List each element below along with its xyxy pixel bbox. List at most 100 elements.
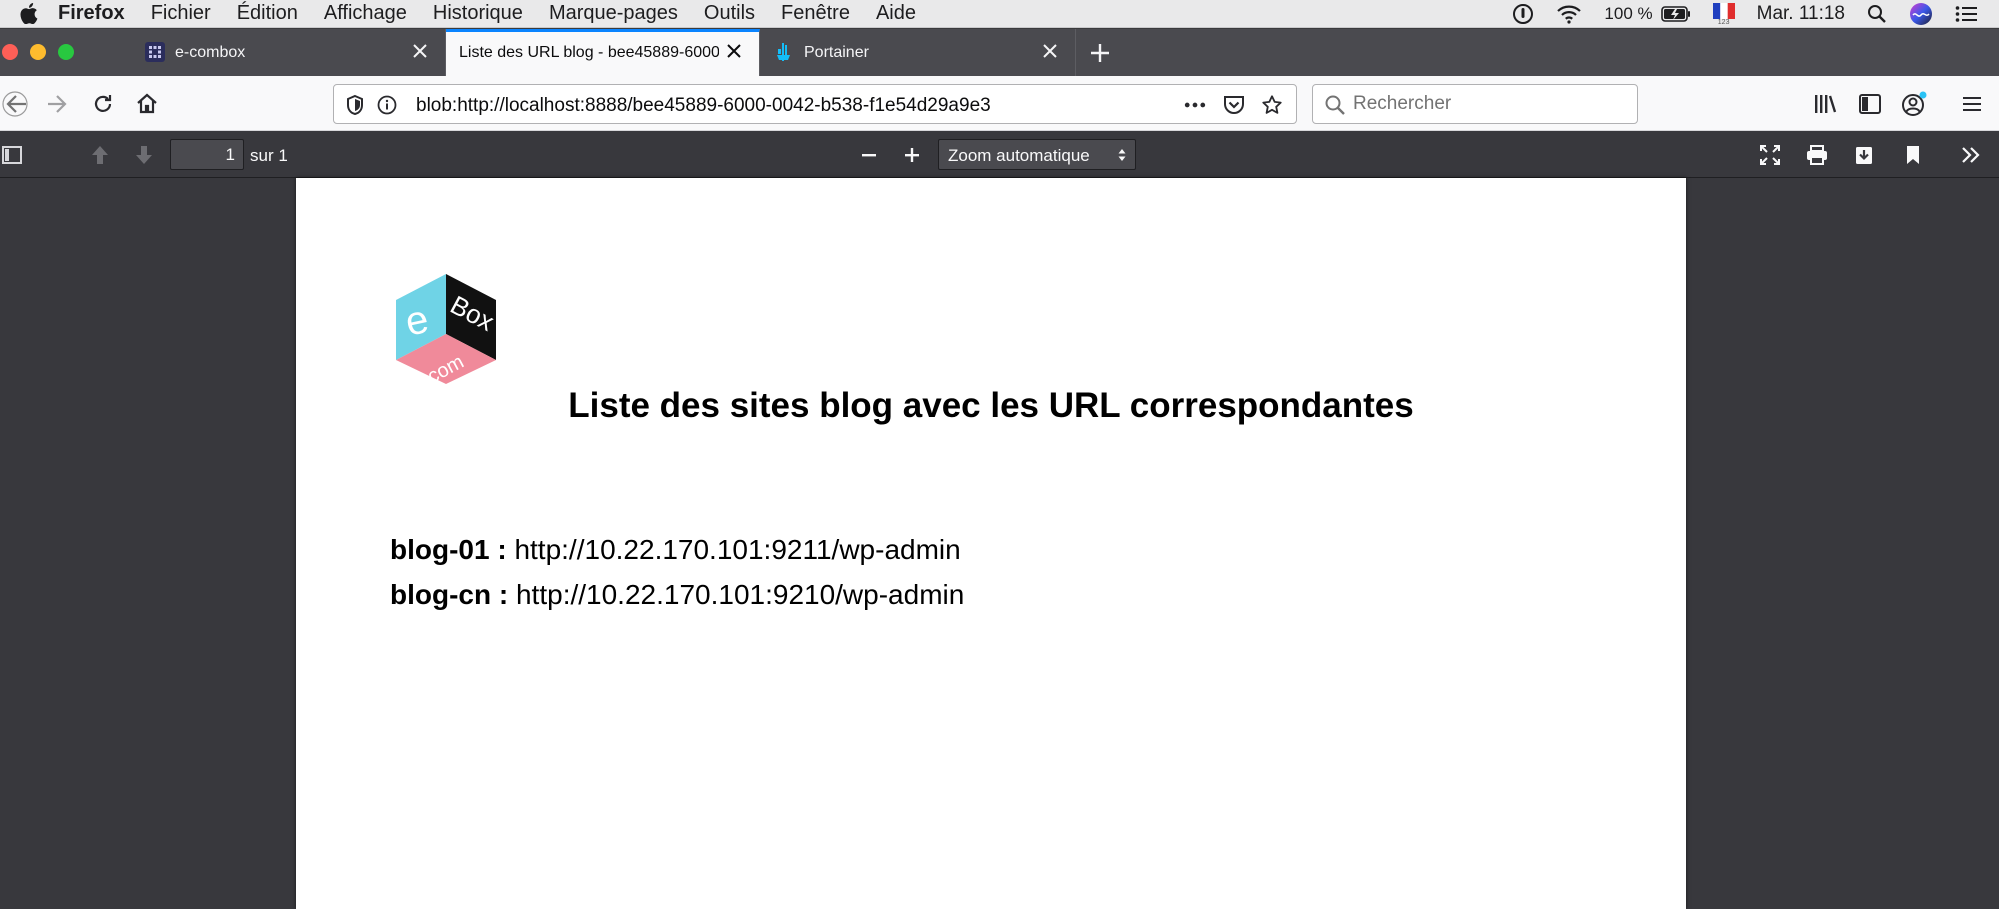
- fullscreen-icon: [1760, 145, 1780, 165]
- blog-name: blog-01 :: [390, 534, 507, 565]
- notification-center-icon[interactable]: [1955, 5, 1977, 23]
- library-button[interactable]: [1811, 89, 1841, 119]
- window-close-button[interactable]: [2, 44, 18, 60]
- new-tab-button[interactable]: [1080, 29, 1120, 76]
- battery-percentage: 100 %: [1604, 4, 1653, 23]
- menu-app-firefox[interactable]: Firefox: [58, 2, 125, 25]
- tab-strip: e-combox Liste des URL blog - bee45889-6…: [0, 29, 1999, 76]
- keyboard-layout-label: 123: [1717, 18, 1730, 26]
- tab-label: e-combox: [175, 44, 246, 61]
- menu-fenetre[interactable]: Fenêtre: [781, 2, 850, 25]
- zoom-out-button[interactable]: [855, 141, 883, 169]
- tracking-protection-shield-icon[interactable]: [344, 94, 366, 116]
- tab-portainer[interactable]: Portainer: [760, 29, 1076, 76]
- blog-name: blog-cn :: [390, 579, 509, 610]
- app-menu-button[interactable]: [1957, 89, 1987, 119]
- tab-close-icon[interactable]: [723, 40, 745, 62]
- window-minimize-button[interactable]: [30, 44, 46, 60]
- page-number-input[interactable]: [170, 139, 244, 170]
- arrow-up-icon: [92, 146, 108, 164]
- select-arrows-icon: [1117, 147, 1127, 168]
- wifi-icon[interactable]: [1556, 4, 1582, 24]
- search-icon: [1324, 94, 1346, 121]
- pdf-page: e Box com Liste des sites blog avec les …: [296, 178, 1686, 909]
- bookmark-star-icon[interactable]: [1261, 94, 1283, 116]
- search-bar[interactable]: [1312, 84, 1638, 124]
- previous-page-button[interactable]: [86, 141, 114, 169]
- window-zoom-button[interactable]: [58, 44, 74, 60]
- siri-icon[interactable]: [1909, 2, 1933, 26]
- sidebar-icon: [1859, 94, 1881, 114]
- zoom-select[interactable]: Zoom automatique: [938, 139, 1136, 170]
- pdf-viewer-container[interactable]: e Box com Liste des sites blog avec les …: [0, 178, 1999, 909]
- download-icon: [1856, 147, 1872, 164]
- search-input[interactable]: [1353, 91, 1623, 117]
- double-chevron-right-icon: [1962, 147, 1980, 163]
- zoom-in-button[interactable]: [898, 141, 926, 169]
- navigation-toolbar: blob:http://localhost:8888/bee45889-6000…: [0, 76, 1999, 131]
- library-icon: [1815, 95, 1837, 113]
- arrow-right-icon: [48, 95, 67, 113]
- home-button[interactable]: [132, 89, 162, 119]
- minus-icon: [862, 154, 876, 157]
- print-button[interactable]: [1803, 141, 1831, 169]
- tab-close-icon[interactable]: [409, 40, 431, 62]
- menu-fichier[interactable]: Fichier: [151, 2, 211, 25]
- tab-label: Liste des URL blog - bee45889-6000: [459, 44, 719, 61]
- toggle-sidebar-button[interactable]: [0, 141, 26, 169]
- hamburger-menu-icon: [1963, 97, 1981, 111]
- battery-icon[interactable]: [1660, 6, 1691, 22]
- bookmark-button[interactable]: [1899, 141, 1927, 169]
- portainer-favicon-icon: [774, 42, 794, 62]
- sidebar-toggle-button[interactable]: [1855, 89, 1885, 119]
- tools-button[interactable]: [1957, 141, 1985, 169]
- spotlight-search-icon[interactable]: [1867, 4, 1887, 24]
- home-icon: [137, 93, 157, 114]
- print-icon: [1807, 145, 1827, 165]
- download-button[interactable]: [1850, 141, 1878, 169]
- presentation-mode-button[interactable]: [1756, 141, 1784, 169]
- zoom-select-value: Zoom automatique: [948, 146, 1090, 165]
- arrow-left-icon: [2, 91, 28, 117]
- next-page-button[interactable]: [130, 141, 158, 169]
- bookmark-icon: [1907, 146, 1919, 164]
- reload-icon: [94, 95, 112, 112]
- pdf-viewer-toolbar: sur 1 Zoom automatique: [0, 131, 1999, 178]
- site-info-icon[interactable]: [376, 94, 398, 116]
- blog-entry: blog-01 : http://10.22.170.101:9211/wp-a…: [390, 534, 961, 566]
- blog-entry: blog-cn : http://10.22.170.101:9210/wp-a…: [390, 579, 964, 611]
- url-text[interactable]: blob:http://localhost:8888/bee45889-6000…: [416, 95, 991, 117]
- plus-icon: [905, 148, 919, 162]
- reload-button[interactable]: [88, 89, 118, 119]
- page-actions-menu-icon[interactable]: [1184, 94, 1206, 116]
- tab-e-combox[interactable]: e-combox: [129, 29, 446, 76]
- menu-outils[interactable]: Outils: [704, 2, 755, 25]
- menu-aide[interactable]: Aide: [876, 2, 916, 25]
- address-bar[interactable]: blob:http://localhost:8888/bee45889-6000…: [333, 84, 1297, 124]
- tab-label: Portainer: [804, 44, 869, 61]
- pocket-icon[interactable]: [1223, 94, 1245, 116]
- back-button[interactable]: [0, 89, 30, 119]
- ecombox-logo: e Box com: [394, 272, 499, 388]
- firefox-account-button[interactable]: [1899, 89, 1929, 119]
- account-avatar-icon: [1902, 91, 1927, 116]
- plus-icon: [1091, 43, 1109, 62]
- macos-menu-bar: Firefox Fichier Édition Affichage Histor…: [0, 0, 1999, 28]
- menu-affichage[interactable]: Affichage: [324, 2, 407, 25]
- menubar-clock[interactable]: Mar. 11:18: [1757, 3, 1845, 25]
- e-combox-favicon-icon: [145, 42, 165, 62]
- tab-liste-des-url-blog[interactable]: Liste des URL blog - bee45889-6000: [446, 29, 760, 76]
- blog-url: http://10.22.170.101:9210/wp-admin: [515, 579, 965, 610]
- sidebar-toggle-icon: [2, 146, 22, 164]
- keyboard-layout-flag-icon[interactable]: 123: [1712, 2, 1735, 26]
- tab-close-icon[interactable]: [1039, 40, 1061, 62]
- page-count-label: sur 1: [250, 146, 288, 165]
- password-manager-icon[interactable]: [1512, 3, 1534, 25]
- arrow-down-icon: [136, 146, 152, 164]
- menu-historique[interactable]: Historique: [433, 2, 523, 25]
- forward-button[interactable]: [42, 89, 72, 119]
- menu-edition[interactable]: Édition: [237, 2, 298, 25]
- apple-menu-icon[interactable]: [0, 3, 58, 24]
- menu-marque-pages[interactable]: Marque-pages: [549, 2, 678, 25]
- blog-url: http://10.22.170.101:9211/wp-admin: [514, 534, 961, 565]
